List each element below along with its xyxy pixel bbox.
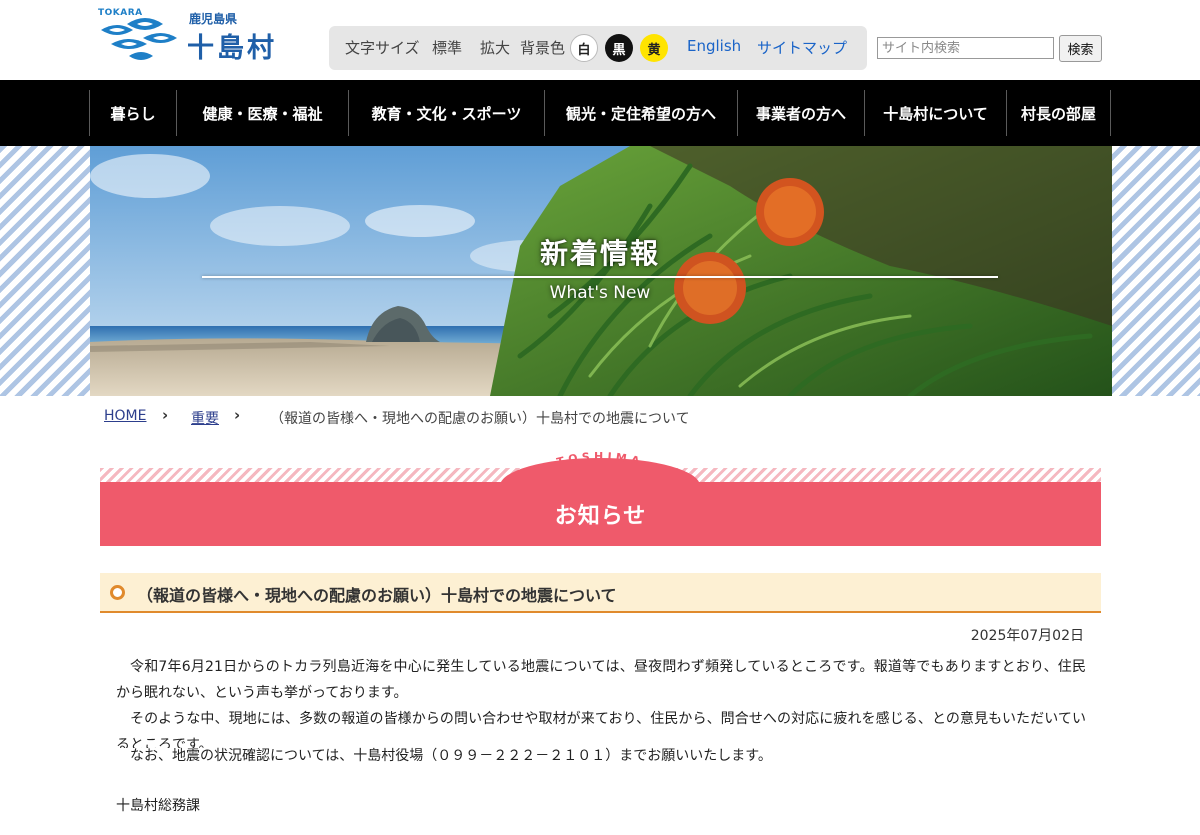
bg-white-button[interactable]: 白 xyxy=(570,34,598,62)
nav-item-education[interactable]: 教育・文化・スポーツ xyxy=(348,90,544,136)
font-size-large-button[interactable]: 拡大 xyxy=(480,37,510,58)
bg-yellow-button[interactable]: 黄 xyxy=(640,34,668,62)
article-title-bar: （報道の皆様へ・現地への配慮のお願い）十島村での地震について xyxy=(100,573,1101,613)
site-header: TOKARA 鹿児島県 十島村 文字サイズ 標準 拡大 背景色 白 黒 黄 En… xyxy=(0,0,1200,80)
accessibility-toolbar: 文字サイズ 標準 拡大 背景色 白 黒 黄 English サイトマップ xyxy=(329,26,867,70)
section-arc-text: TOSHIMA xyxy=(555,450,644,469)
site-search-input[interactable] xyxy=(877,37,1054,59)
font-size-standard-button[interactable]: 標準 xyxy=(432,37,462,58)
circle-icon xyxy=(110,585,125,600)
bg-black-button[interactable]: 黒 xyxy=(605,34,633,62)
breadcrumb-category-link[interactable]: 重要 xyxy=(191,408,219,428)
chevron-right-icon: › xyxy=(162,406,169,424)
article-paragraph: そのような中、現地には、多数の報道の皆様からの問い合わせや取材が来ており、住民か… xyxy=(116,711,1086,748)
breadcrumb-home-link[interactable]: HOME xyxy=(104,408,146,424)
article-title: （報道の皆様へ・現地への配慮のお願い）十島村での地震について xyxy=(137,586,617,605)
chevron-right-icon: › xyxy=(234,406,241,424)
svg-text:TOSHIMA: TOSHIMA xyxy=(555,450,644,469)
hero-title: 新着情報 xyxy=(539,237,660,270)
article-contact: なお、地震の状況確認については、十島村役場（０９９－２２２－２１０１）までお願い… xyxy=(130,748,772,764)
hero-divider xyxy=(202,276,998,278)
nav-item-health[interactable]: 健康・医療・福祉 xyxy=(176,90,348,136)
article-paragraph: 令和7年6月21日からのトカラ列島近海を中心に発生している地震については、昼夜問… xyxy=(116,659,1086,701)
nav-item-tourism[interactable]: 観光・定住希望の方へ xyxy=(544,90,737,136)
font-size-label: 文字サイズ xyxy=(345,39,420,57)
breadcrumb-current: （報道の皆様へ・現地への配慮のお願い）十島村での地震について xyxy=(270,411,690,427)
english-link[interactable]: English xyxy=(687,37,741,55)
bg-color-label: 背景色 xyxy=(520,39,566,57)
nav-item-mayor[interactable]: 村長の部屋 xyxy=(1006,90,1110,136)
site-logo[interactable]: TOKARA 鹿児島県 十島村 xyxy=(97,6,277,66)
article-date: 2025年07月02日 xyxy=(970,628,1084,644)
section-title: お知らせ xyxy=(554,504,647,529)
sitemap-link[interactable]: サイトマップ xyxy=(757,37,847,58)
section-header: TOSHIMA お知らせ xyxy=(100,446,1101,546)
nav-item-about[interactable]: 十島村について xyxy=(864,90,1006,136)
logo-latin-text: TOKARA xyxy=(98,8,143,18)
village-name: 十島村 xyxy=(187,33,277,64)
hero-subtitle: What's New xyxy=(549,283,651,303)
nav-item-living[interactable]: 暮らし xyxy=(89,90,176,136)
prefecture-name: 鹿児島県 xyxy=(189,12,238,26)
nav-item-business[interactable]: 事業者の方へ xyxy=(737,90,864,136)
hero-banner: 新着情報 What's New xyxy=(90,146,1112,396)
search-button[interactable]: 検索 xyxy=(1059,35,1102,62)
article-body: 令和7年6月21日からのトカラ列島近海を中心に発生している地震については、昼夜問… xyxy=(116,654,1086,748)
nav-divider xyxy=(1110,90,1111,136)
global-nav: 暮らし 健康・医療・福祉 教育・文化・スポーツ 観光・定住希望の方へ 事業者の方… xyxy=(0,80,1200,146)
article-signature: 十島村総務課 xyxy=(116,798,200,814)
